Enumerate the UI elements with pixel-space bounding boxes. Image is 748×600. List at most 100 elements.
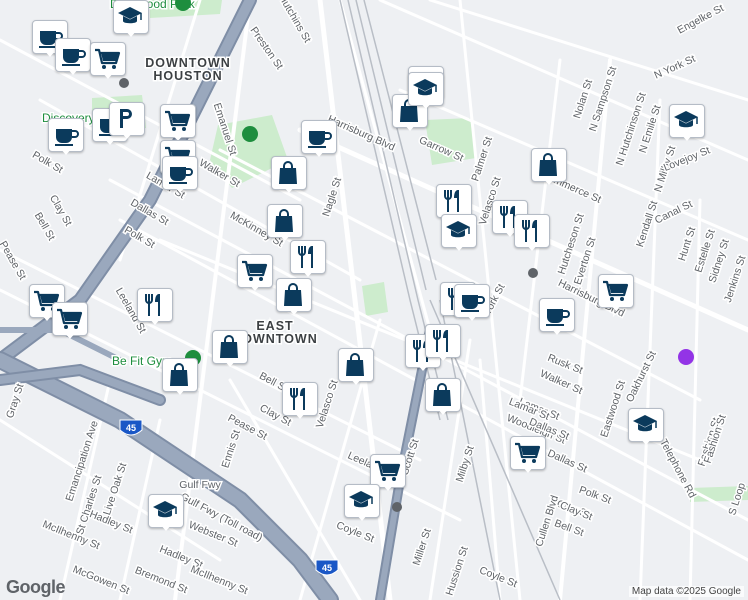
- marker-pointer: [437, 354, 449, 361]
- shopping-marker[interactable]: [531, 148, 567, 185]
- shopping-icon: [275, 209, 293, 232]
- shopping-marker[interactable]: [271, 156, 307, 193]
- school-marker[interactable]: [628, 408, 664, 445]
- street-label: Live Oak St: [101, 461, 129, 516]
- street-label: Hussion St: [444, 545, 471, 597]
- area-label: HOUSTON: [153, 69, 222, 83]
- restaurant-icon: [290, 388, 305, 410]
- street-label: Clay St: [47, 193, 74, 228]
- marker-pointer: [437, 408, 449, 415]
- marker-pointer: [125, 30, 137, 37]
- restaurant-marker[interactable]: [282, 382, 318, 419]
- shopping-icon: [279, 161, 297, 184]
- shopping-icon: [284, 283, 302, 306]
- coffee-marker[interactable]: [55, 38, 91, 75]
- marker-pointer: [551, 328, 563, 335]
- marker-pointer: [149, 318, 161, 325]
- grocery-icon: [515, 442, 541, 463]
- marker-pointer: [294, 412, 306, 419]
- restaurant-marker[interactable]: [290, 240, 326, 277]
- marker-pointer: [102, 72, 114, 79]
- coffee-marker[interactable]: [162, 156, 198, 193]
- coffee-marker[interactable]: [454, 284, 490, 321]
- interstate-shield: 45: [315, 559, 339, 576]
- marker-pointer: [356, 514, 368, 521]
- area-label: DOWNTOWN: [145, 56, 231, 70]
- street-label: Engelke St: [675, 2, 726, 36]
- school-marker[interactable]: [441, 214, 477, 251]
- school-icon: [446, 221, 470, 238]
- street-label: Miller St: [411, 527, 434, 567]
- school-icon: [349, 491, 373, 508]
- marker-pointer: [610, 304, 622, 311]
- shopping-marker[interactable]: [425, 378, 461, 415]
- shopping-marker[interactable]: [212, 330, 248, 367]
- marker-pointer: [121, 132, 133, 139]
- school-icon: [413, 79, 437, 96]
- school-icon: [118, 7, 142, 24]
- marker-pointer: [60, 148, 72, 155]
- street-label: Jenkins St: [722, 254, 748, 304]
- grocery-icon: [165, 110, 191, 131]
- shopping-marker[interactable]: [276, 278, 312, 315]
- grocery-marker[interactable]: [90, 42, 126, 79]
- grocery-icon: [242, 260, 268, 281]
- school-icon: [674, 111, 698, 128]
- restaurant-marker[interactable]: [425, 324, 461, 361]
- marker-pointer: [160, 524, 172, 531]
- street-label: Polk St: [577, 484, 612, 507]
- grocery-marker[interactable]: [510, 436, 546, 473]
- school-marker[interactable]: [344, 484, 380, 521]
- grocery-marker[interactable]: [52, 302, 88, 339]
- grocery-icon: [603, 280, 629, 301]
- street-label: McIlhenny St: [189, 563, 250, 597]
- marker-pointer: [302, 270, 314, 277]
- marker-pointer: [420, 102, 432, 109]
- school-icon: [633, 415, 657, 432]
- restaurant-marker[interactable]: [514, 214, 550, 251]
- school-marker[interactable]: [113, 0, 149, 37]
- google-logo[interactable]: Google: [6, 577, 66, 598]
- street-label: Gray St: [4, 382, 26, 420]
- school-marker[interactable]: [408, 72, 444, 109]
- marker-pointer: [681, 134, 693, 141]
- school-marker[interactable]: [148, 494, 184, 531]
- street-label: Ennis St: [219, 429, 243, 470]
- street-label: McGowen St: [71, 563, 131, 597]
- shopping-icon: [220, 335, 238, 358]
- coffee-marker[interactable]: [301, 120, 337, 157]
- shopping-marker[interactable]: [267, 204, 303, 241]
- school-icon: [153, 501, 177, 518]
- marker-pointer: [466, 314, 478, 321]
- restaurant-icon: [522, 220, 537, 242]
- map-attribution[interactable]: Map data ©2025 Google: [628, 586, 744, 597]
- grocery-icon: [57, 308, 83, 329]
- interstate-shield: 45: [119, 419, 143, 436]
- street-label: Coyle St: [334, 519, 375, 545]
- shopping-icon: [433, 383, 451, 406]
- shopping-icon: [170, 363, 188, 386]
- grocery-icon: [375, 460, 401, 481]
- marker-pointer: [288, 308, 300, 315]
- parking-icon: [120, 109, 132, 128]
- marker-pointer: [543, 178, 555, 185]
- grocery-marker[interactable]: [598, 274, 634, 311]
- grocery-marker[interactable]: [237, 254, 273, 291]
- shopping-marker[interactable]: [338, 348, 374, 385]
- restaurant-marker[interactable]: [137, 288, 173, 325]
- coffee-marker[interactable]: [48, 118, 84, 155]
- grocery-marker[interactable]: [160, 104, 196, 141]
- marker-pointer: [64, 332, 76, 339]
- street-label: Gulf Fwy: [179, 479, 221, 491]
- marker-pointer: [249, 284, 261, 291]
- coffee-icon: [55, 129, 79, 146]
- school-marker[interactable]: [669, 104, 705, 141]
- parking-marker[interactable]: [109, 102, 145, 139]
- transit-icon: [528, 268, 538, 278]
- coffee-marker[interactable]: [539, 298, 575, 335]
- street-label: Dallas St: [546, 447, 589, 475]
- shopping-marker[interactable]: [162, 358, 198, 395]
- street-label: Hutchins St: [276, 0, 313, 45]
- restaurant-icon: [444, 190, 459, 212]
- grocery-icon: [95, 48, 121, 69]
